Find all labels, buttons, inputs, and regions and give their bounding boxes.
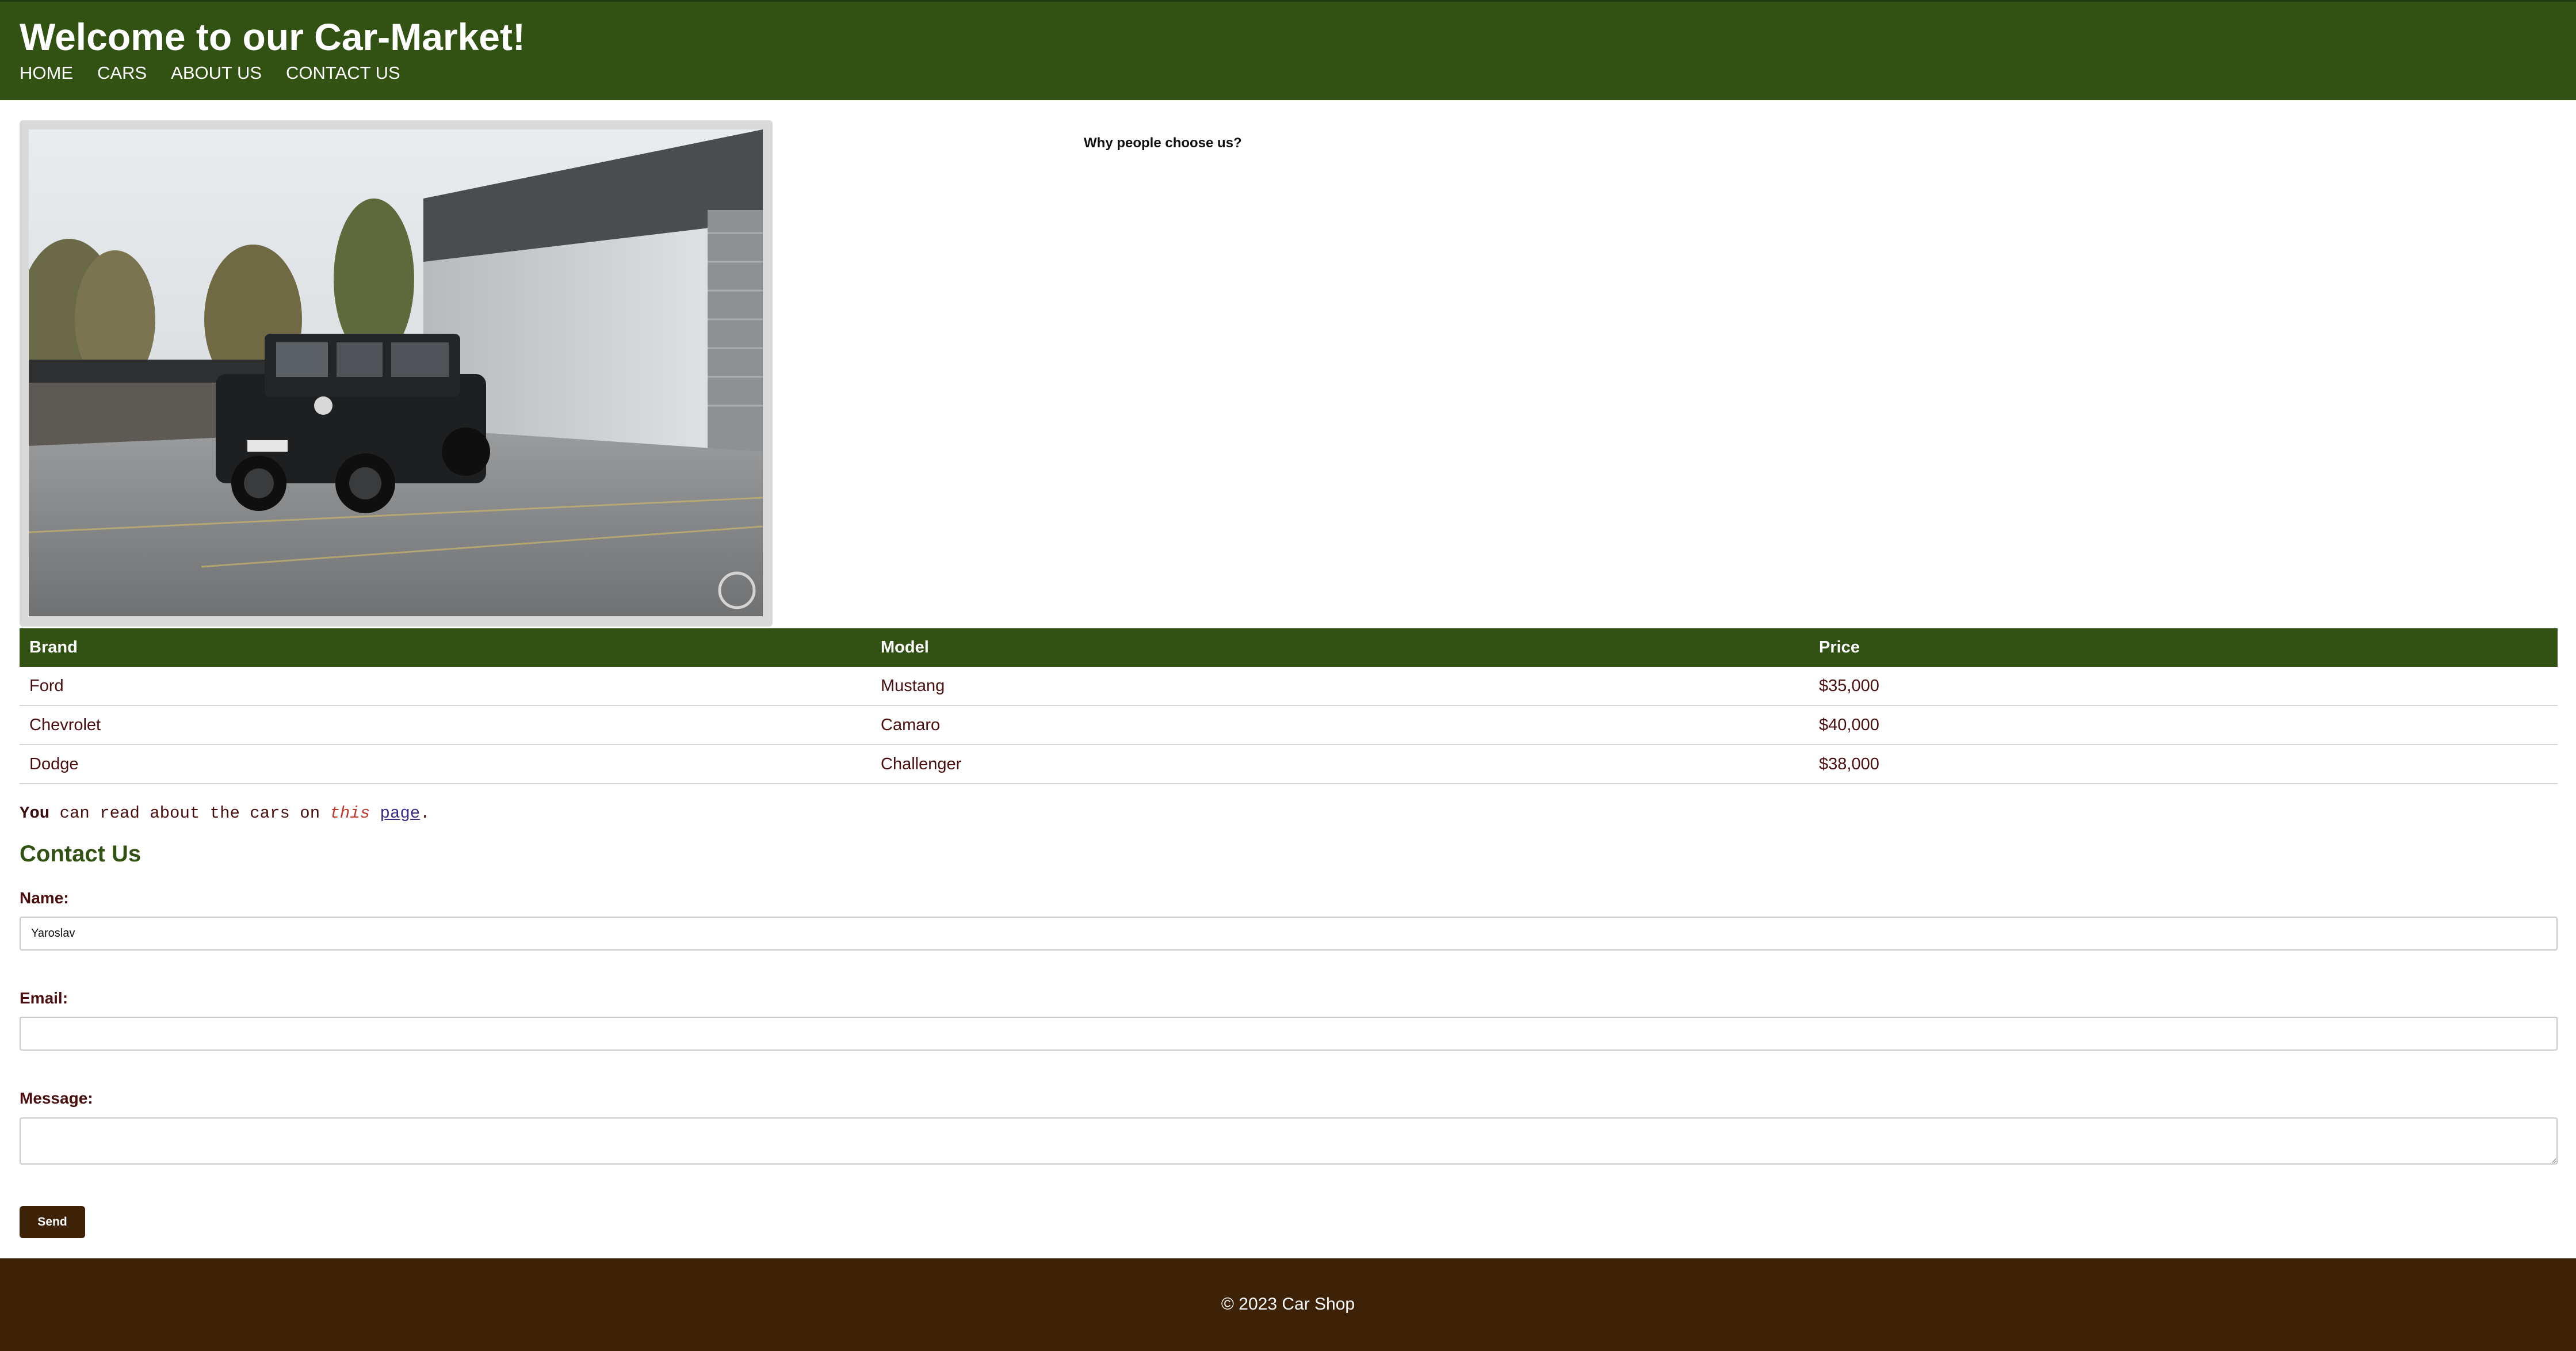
price-cell: $40,000 [1809, 705, 2558, 745]
table-row: Dodge Challenger $38,000 [20, 745, 2558, 784]
nav-about-link[interactable]: ABOUT US [171, 64, 262, 82]
info-italic-text: this [330, 804, 370, 823]
nav-cars-link[interactable]: CARS [97, 64, 147, 82]
column-header-price: Price [1809, 628, 2558, 667]
message-label: Message: [20, 1089, 93, 1107]
price-cell: $38,000 [1809, 745, 2558, 784]
column-header-brand: Brand [20, 628, 871, 667]
table-row: Chevrolet Camaro $40,000 [20, 705, 2558, 745]
brand-cell: Chevrolet [20, 705, 871, 745]
model-cell: Camaro [871, 705, 1809, 745]
brand-cell: Dodge [20, 745, 871, 784]
cars-page-link[interactable]: page [380, 804, 421, 823]
send-button[interactable]: Send [20, 1206, 85, 1238]
info-period: . [420, 804, 430, 823]
info-text: You can read about the cars on this page… [20, 804, 430, 823]
why-choose-us-heading: Why people choose us? [1084, 135, 1242, 151]
table-header-row: Brand Model Price [20, 628, 2558, 667]
model-cell: Challenger [871, 745, 1809, 784]
site-title: Welcome to our Car-Market! [20, 16, 525, 58]
info-space [370, 804, 380, 823]
name-field[interactable] [20, 917, 2558, 951]
copyright-text: © 2023 Car Shop [1221, 1295, 1355, 1314]
message-field[interactable] [20, 1117, 2558, 1165]
car-photo [29, 129, 763, 616]
email-field[interactable] [20, 1017, 2558, 1051]
column-header-model: Model [871, 628, 1809, 667]
nav-home-link[interactable]: HOME [20, 64, 73, 82]
name-label: Name: [20, 889, 69, 907]
site-header: Welcome to our Car-Market! HOME CARS ABO… [0, 0, 2576, 100]
main-nav: HOME CARS ABOUT US CONTACT US [20, 64, 400, 82]
info-bold-text: You [20, 804, 50, 823]
model-cell: Mustang [871, 667, 1809, 706]
nav-contact-link[interactable]: CONTACT US [286, 64, 400, 82]
contact-title: Contact Us [20, 841, 142, 867]
car-price-table: Brand Model Price Ford Mustang $35,000 C… [20, 628, 2558, 784]
price-cell: $35,000 [1809, 667, 2558, 706]
brand-cell: Ford [20, 667, 871, 706]
table-row: Ford Mustang $35,000 [20, 667, 2558, 706]
info-plain-text: can read about the cars on [49, 804, 330, 823]
hero-image-frame [20, 120, 773, 627]
email-label: Email: [20, 989, 68, 1007]
site-footer: © 2023 Car Shop [0, 1258, 2576, 1351]
